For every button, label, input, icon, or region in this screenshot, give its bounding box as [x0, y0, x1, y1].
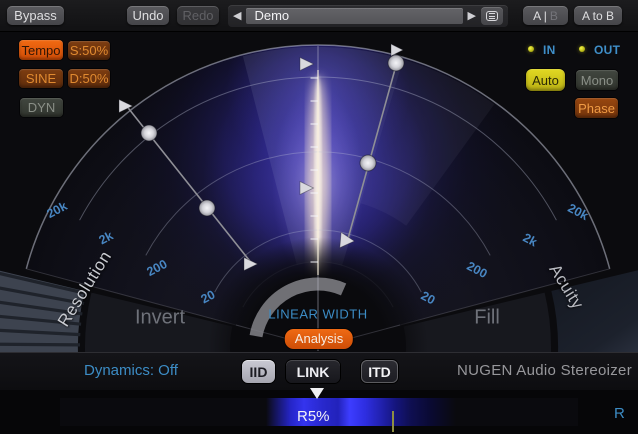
- handle-dot-left-outer[interactable]: [141, 125, 157, 141]
- handle-dot-right-outer[interactable]: [388, 55, 404, 71]
- auto-button[interactable]: Auto: [526, 69, 565, 91]
- handle-dot-right-inner[interactable]: [360, 155, 376, 171]
- tempo-button[interactable]: Tempo: [19, 40, 63, 60]
- redo-button[interactable]: Redo: [177, 6, 219, 25]
- bypass-button[interactable]: Bypass: [7, 6, 64, 25]
- dynamics-bar: Dynamics: Off IID LINK ITD NUGEN Audio S…: [0, 352, 638, 390]
- link-button[interactable]: LINK: [286, 360, 340, 383]
- brand-label: NUGEN Audio Stereoizer: [457, 362, 632, 379]
- meter-right-label: R: [614, 405, 625, 422]
- in-meter-toggle[interactable]: IN: [543, 43, 556, 57]
- undo-button[interactable]: Undo: [127, 6, 169, 25]
- preset-selector: ◀ Demo ▶: [228, 5, 508, 27]
- preset-menu-button[interactable]: [481, 7, 503, 25]
- preset-next-icon[interactable]: ▶: [468, 11, 476, 22]
- invert-label[interactable]: Invert: [135, 307, 185, 330]
- top-toolbar: Bypass Undo Redo ◀ Demo ▶ A |B A to B: [0, 0, 638, 32]
- pan-meter-fill: [266, 398, 456, 426]
- analysis-button[interactable]: Analysis: [285, 329, 353, 349]
- dyn-button[interactable]: DYN: [20, 98, 63, 117]
- iid-button[interactable]: IID: [242, 360, 275, 383]
- itd-button[interactable]: ITD: [361, 360, 398, 383]
- phase-button[interactable]: Phase: [575, 98, 618, 118]
- linear-width-label: LINEAR WIDTH: [268, 307, 367, 322]
- dynamics-status[interactable]: Dynamics: Off: [84, 362, 178, 379]
- s-amount-button[interactable]: S:50%: [68, 41, 110, 60]
- handle-dot-left-inner[interactable]: [199, 200, 215, 216]
- pan-value: R5%: [297, 408, 330, 425]
- out-led: [579, 46, 585, 52]
- preset-name-field[interactable]: Demo: [246, 8, 462, 24]
- ab-compare-button[interactable]: A |B: [523, 6, 568, 25]
- sine-button[interactable]: SINE: [19, 69, 63, 88]
- preset-prev-icon[interactable]: ◀: [233, 11, 241, 22]
- stereoizer-window: Bypass Undo Redo ◀ Demo ▶ A |B A to B Te…: [0, 0, 638, 434]
- ab-b-label: B: [550, 9, 558, 23]
- preset-list-icon: [486, 11, 498, 21]
- mono-button[interactable]: Mono: [576, 70, 618, 90]
- pan-position-marker[interactable]: [310, 388, 324, 399]
- fill-label[interactable]: Fill: [474, 307, 500, 330]
- d-amount-button[interactable]: D:50%: [68, 69, 110, 88]
- out-meter-toggle[interactable]: OUT: [594, 43, 620, 57]
- a-to-b-button[interactable]: A to B: [574, 6, 622, 25]
- ab-a-label: A |: [533, 9, 547, 23]
- in-led: [528, 46, 534, 52]
- pan-meter-cursor: [392, 411, 394, 432]
